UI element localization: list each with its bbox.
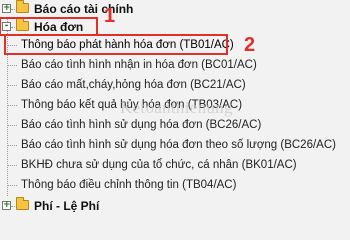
tree-item-bk01-ac[interactable]: BKHĐ chưa sử dụng của tổ chức, cá nhân (… — [0, 156, 340, 174]
annotation-marker-2: 2 — [244, 34, 256, 56]
tree-item-label: Báo cáo tình hình sử dụng hóa đơn theo s… — [21, 139, 336, 151]
tree-node-phi-le-phi[interactable]: + Phí - Lệ Phí — [2, 197, 342, 215]
tree-item-bc21-ac[interactable]: Báo cáo mất,cháy,hỏng hóa đơn (BC21/AC) — [0, 76, 340, 94]
tree-connector — [8, 105, 17, 106]
tree-connector — [8, 165, 17, 166]
tree-node-hoa-don[interactable]: - Hóa đơn — [2, 18, 342, 36]
tree-item-label: BKHĐ chưa sử dụng của tổ chức, cá nhân (… — [21, 159, 297, 171]
tree-item-label: Thông báo phát hành hóa đơn (TB01/AC) — [21, 39, 234, 51]
expand-plus-icon[interactable]: + — [2, 201, 11, 210]
tree-connector — [8, 145, 17, 146]
declaration-tree: + Báo cáo tài chính - Hóa đơn Thông báo … — [0, 0, 350, 216]
collapse-minus-icon[interactable]: - — [2, 22, 11, 31]
folder-icon — [16, 197, 29, 210]
tree-node-bao-cao-tai-chinh[interactable]: + Báo cáo tài chính — [2, 0, 342, 18]
annotation-marker-1: 1 — [104, 5, 116, 27]
tree-item-label: Báo cáo mất,cháy,hỏng hóa đơn (BC21/AC) — [21, 79, 246, 91]
tree-node-label: Phí - Lệ Phí — [34, 199, 100, 213]
folder-icon — [16, 0, 29, 13]
tree-node-label: Báo cáo tài chính — [34, 2, 134, 16]
tree-item-bc26-ac[interactable]: Báo cáo tình hình sử dụng hóa đơn (BC26/… — [0, 116, 340, 134]
tree-item-label: Báo cáo tình hình sử dụng hóa đơn (BC26/… — [21, 119, 262, 131]
tree-item-tb01-ac[interactable]: Thông báo phát hành hóa đơn (TB01/AC) — [0, 36, 340, 54]
tree-item-tb04-ac[interactable]: Thông báo điều chỉnh thông tin (TB04/AC) — [0, 176, 340, 194]
tree-item-label: Thông báo kết quả hủy hóa đơn (TB03/AC) — [21, 99, 243, 111]
folder-icon — [16, 18, 29, 31]
tree-connector — [8, 65, 17, 66]
tree-item-tb03-ac[interactable]: Thông báo kết quả hủy hóa đơn (TB03/AC) — [0, 96, 340, 114]
tree-item-label: Báo cáo tình hình nhận in hóa đơn (BC01/… — [21, 59, 257, 71]
tree-connector — [8, 45, 17, 46]
tree-connector — [8, 125, 17, 126]
tree-item-bc26-ac-so-luong[interactable]: Báo cáo tình hình sử dụng hóa đơn theo s… — [0, 136, 345, 154]
tree-connector — [8, 85, 17, 86]
tree-node-label: Hóa đơn — [34, 20, 84, 34]
tree-item-bc01-ac[interactable]: Báo cáo tình hình nhận in hóa đơn (BC01/… — [0, 56, 340, 74]
tree-connector — [8, 185, 17, 186]
tree-item-label: Thông báo điều chỉnh thông tin (TB04/AC) — [21, 179, 237, 191]
expand-plus-icon[interactable]: + — [2, 4, 11, 13]
